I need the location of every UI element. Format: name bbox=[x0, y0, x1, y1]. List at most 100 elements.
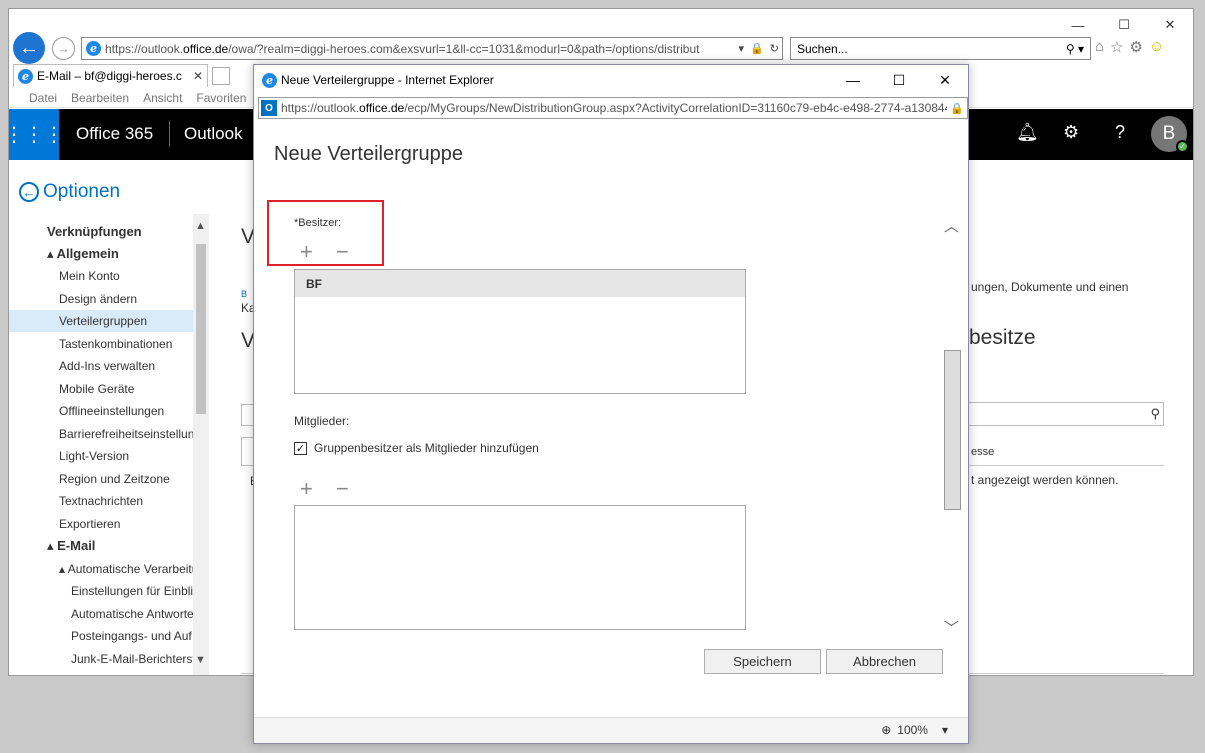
bg-note-text: t angezeigt werden können. bbox=[971, 473, 1119, 487]
maximize-icon[interactable]: ☐ bbox=[876, 65, 922, 95]
sidebar-item[interactable]: ▴ Automatische Verarbeitun bbox=[9, 558, 193, 580]
sidebar-item[interactable]: Automatische Antworte bbox=[9, 603, 193, 625]
menu-ansicht[interactable]: Ansicht bbox=[143, 91, 182, 105]
popup-window-controls: — ☐ ✕ bbox=[830, 65, 968, 95]
zoom-control[interactable]: ⊕ 100% ▾ bbox=[881, 723, 948, 737]
highlight-box bbox=[267, 200, 384, 266]
sidebar-item[interactable]: Mein Konto bbox=[9, 265, 193, 287]
sidebar-item[interactable]: Design ändern bbox=[9, 288, 193, 310]
sidebar-item[interactable]: Offlineeinstellungen bbox=[9, 400, 193, 422]
dropdown-icon[interactable]: ▾ bbox=[942, 723, 948, 737]
close-icon[interactable]: ✕ bbox=[922, 65, 968, 95]
refresh-icon[interactable]: ↻ bbox=[767, 42, 782, 55]
lock-icon[interactable]: 🔒 bbox=[747, 42, 767, 55]
sidebar-item[interactable]: Als gelesen markieren bbox=[9, 670, 193, 675]
back-button[interactable]: ← bbox=[13, 32, 45, 64]
members-list[interactable] bbox=[294, 505, 746, 630]
star-icon[interactable]: ☆ bbox=[1110, 38, 1123, 56]
back-circle-icon: ← bbox=[19, 182, 39, 202]
search-icon[interactable]: ⚲ ▾ bbox=[1066, 42, 1084, 56]
sidebar-item[interactable]: Textnachrichten bbox=[9, 490, 193, 512]
cancel-button[interactable]: Abbrechen bbox=[826, 649, 943, 674]
sidebar-item[interactable]: Einstellungen für Einbli bbox=[9, 580, 193, 602]
sidebar-item-label: Posteingangs- und Auf bbox=[71, 629, 192, 643]
add-owners-checkbox[interactable]: ✓ Gruppenbesitzer als Mitglieder hinzufü… bbox=[294, 441, 539, 455]
popup-address-bar[interactable]: O https://outlook.office.de/ecp/MyGroups… bbox=[258, 97, 968, 119]
sidebar-item-label: ▴ Allgemein bbox=[47, 245, 119, 261]
checkbox-icon[interactable]: ✓ bbox=[294, 441, 307, 455]
lock-icon[interactable]: 🔒 bbox=[947, 102, 967, 115]
save-button[interactable]: Speichern bbox=[704, 649, 821, 674]
close-icon[interactable]: ✕ bbox=[193, 69, 203, 83]
sidebar-item[interactable]: ▴ E-Mail bbox=[9, 535, 193, 557]
sidebar-item[interactable]: Posteingangs- und Auf bbox=[9, 625, 193, 647]
sidebar-item[interactable]: Tastenkombinationen bbox=[9, 333, 193, 355]
forward-button[interactable]: → bbox=[52, 37, 75, 60]
owners-list[interactable]: BF bbox=[294, 269, 746, 394]
sidebar-scrollbar[interactable]: ▲ ▼ bbox=[193, 214, 209, 675]
menu-datei[interactable]: Datei bbox=[29, 91, 57, 105]
app-name[interactable]: Outlook bbox=[184, 124, 243, 144]
minimize-icon[interactable]: — bbox=[830, 65, 876, 95]
search-icon[interactable]: ⚲ bbox=[1150, 406, 1160, 422]
sidebar-item[interactable]: Add-Ins verwalten bbox=[9, 355, 193, 377]
popup-status-bar: ⊕ 100% ▾ bbox=[254, 717, 968, 743]
new-tab-button[interactable] bbox=[212, 67, 230, 85]
bg-search-field[interactable]: ⚲ bbox=[969, 402, 1164, 426]
ie-icon: e bbox=[262, 72, 277, 88]
menu-favoriten[interactable]: Favoriten bbox=[196, 91, 246, 105]
minimize-icon[interactable]: — bbox=[1055, 15, 1101, 35]
app-launcher-button[interactable]: ⋮⋮⋮ bbox=[9, 109, 64, 160]
sidebar-item[interactable]: Region und Zeitzone bbox=[9, 468, 193, 490]
sidebar-item-label: Exportieren bbox=[59, 516, 121, 531]
sidebar-item-label: ▴ E-Mail bbox=[47, 538, 96, 553]
close-icon[interactable]: ✕ bbox=[1147, 15, 1193, 35]
chevron-up-icon[interactable]: ▲ bbox=[195, 220, 206, 232]
search-input[interactable]: Suchen... ⚲ ▾ bbox=[790, 37, 1091, 60]
waffle-icon: ⋮⋮⋮ bbox=[8, 124, 64, 146]
address-bar[interactable]: e https://outlook.office.de/owa/?realm=d… bbox=[81, 37, 783, 60]
chevron-down-icon[interactable]: ﹀ bbox=[944, 617, 959, 638]
sidebar-item[interactable]: ▴ Allgemein bbox=[9, 243, 193, 265]
help-icon[interactable]: ? bbox=[1115, 122, 1125, 143]
list-item[interactable]: BF bbox=[295, 270, 745, 297]
sidebar-item-label: Automatische Antworte bbox=[71, 606, 193, 621]
avatar[interactable]: B ✓ bbox=[1151, 116, 1189, 153]
checkbox-label: Gruppenbesitzer als Mitglieder hinzufüge… bbox=[314, 441, 539, 455]
sidebar-item[interactable]: Mobile Geräte bbox=[9, 378, 193, 400]
sidebar-item-label: Junk-E-Mail-Berichterst bbox=[71, 651, 193, 666]
tab-email[interactable]: e E-Mail – bf@diggi-heroes.c ✕ bbox=[13, 64, 208, 87]
sidebar-item[interactable]: Exportieren bbox=[9, 513, 193, 535]
zoom-level: 100% bbox=[897, 723, 928, 737]
zoom-icon: ⊕ bbox=[881, 723, 892, 737]
bell-icon[interactable]: 🔔︎ bbox=[1016, 122, 1039, 143]
scrollbar-thumb[interactable] bbox=[196, 244, 206, 414]
maximize-icon[interactable]: ☐ bbox=[1101, 15, 1147, 35]
options-title[interactable]: ← Optionen bbox=[19, 181, 120, 203]
o365-brand[interactable]: Office 365 bbox=[76, 124, 153, 144]
home-icon[interactable]: ⌂ bbox=[1095, 38, 1104, 56]
ie-icon: e bbox=[86, 41, 101, 56]
sidebar-item[interactable]: Verknüpfungen bbox=[9, 220, 193, 242]
sidebar-item[interactable]: Verteilergruppen bbox=[9, 310, 193, 332]
smiley-icon[interactable]: ☺ bbox=[1149, 38, 1164, 56]
sidebar-item[interactable]: Barrierefreiheitseinstellun bbox=[9, 423, 193, 445]
remove-owner-button[interactable]: − bbox=[336, 241, 349, 263]
scrollbar-thumb[interactable] bbox=[944, 350, 961, 510]
dropdown-icon[interactable]: ▾ bbox=[736, 42, 748, 55]
menu-bearbeiten[interactable]: Bearbeiten bbox=[71, 91, 129, 105]
add-member-button[interactable]: + bbox=[300, 478, 313, 500]
remove-member-button[interactable]: − bbox=[336, 478, 349, 500]
avatar-initial: B bbox=[1162, 123, 1176, 144]
gear-icon[interactable]: ⚙ bbox=[1130, 38, 1143, 56]
popup-scrollbar[interactable] bbox=[944, 215, 964, 635]
chevron-down-icon[interactable]: ▼ bbox=[195, 654, 206, 666]
arrow-left-icon: ← bbox=[19, 36, 39, 59]
owners-label: *Besitzer: bbox=[294, 217, 342, 229]
sidebar-item[interactable]: Junk-E-Mail-Berichterst bbox=[9, 648, 193, 670]
settings-icon[interactable]: ⚙ bbox=[1063, 122, 1079, 143]
sidebar-item[interactable]: Light-Version bbox=[9, 445, 193, 467]
address-text: https://outlook.office.de/owa/?realm=dig… bbox=[105, 41, 700, 56]
add-owner-button[interactable]: + bbox=[300, 241, 313, 263]
bg-description-text: ungen, Dokumente und einen bbox=[971, 280, 1129, 294]
